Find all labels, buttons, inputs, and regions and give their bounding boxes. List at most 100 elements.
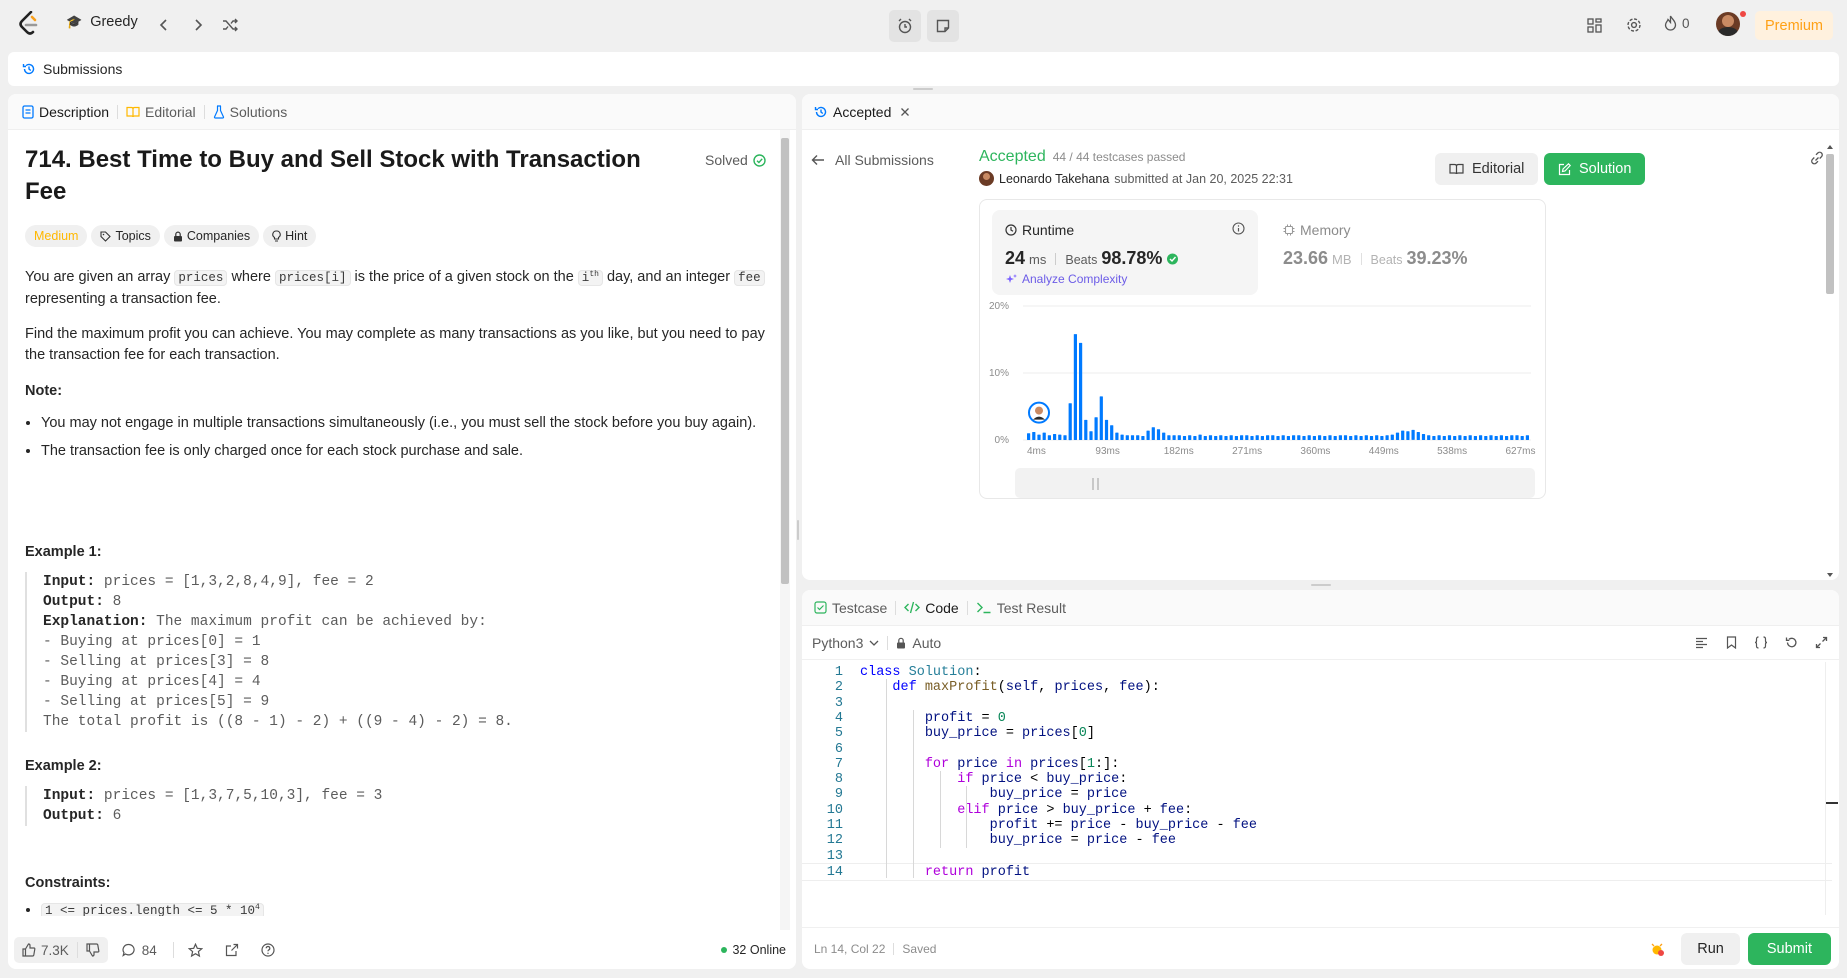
histogram-bar — [1479, 435, 1483, 440]
lightbulb-icon — [272, 230, 281, 242]
histogram-bar — [1224, 436, 1228, 440]
code-editor[interactable]: 1 class Solution: 2 def maxProfit(self, pr… — [802, 662, 1839, 915]
tab-testcase[interactable]: Testcase — [814, 600, 895, 616]
leetcode-logo[interactable] — [18, 11, 40, 37]
timer-button[interactable] — [889, 10, 921, 42]
runtime-distribution-chart[interactable]: 20% 10% 0% 4ms 93ms 182ms 271ms 360ms 449ms 538ms… — [983, 300, 1543, 490]
dislike-button[interactable] — [78, 937, 108, 963]
tab-test-result[interactable]: Test Result — [968, 600, 1074, 616]
notes-button[interactable] — [927, 10, 959, 42]
tab-description[interactable]: Description — [22, 104, 117, 120]
histogram-bar — [1323, 436, 1327, 440]
braces-button[interactable] — [1749, 629, 1773, 657]
histogram-bar — [1343, 435, 1348, 440]
indent-guide — [940, 771, 941, 848]
runtime-header: Runtime — [1005, 222, 1074, 238]
code-line[interactable]: 14 return profit — [802, 862, 1832, 881]
panel-resize-handle[interactable] — [913, 88, 933, 90]
tab-solutions[interactable]: Solutions — [205, 104, 296, 120]
result-scrollbar[interactable] — [1825, 144, 1835, 580]
info-icon[interactable] — [1232, 222, 1245, 235]
description-footer: 7.3K 84 32 Online — [8, 931, 796, 969]
runtime-box[interactable]: Runtime 24 ms Beats 98.78% Analyze Compl… — [992, 210, 1258, 295]
histogram-bar — [1338, 435, 1342, 440]
sparkle-bug-icon — [1651, 943, 1665, 956]
problem-list-link[interactable]: 🎓 Greedy — [66, 14, 138, 30]
chart-range-slider[interactable] — [1015, 468, 1535, 498]
solved-badge: Solved — [705, 152, 766, 168]
reset-code-button[interactable] — [1779, 629, 1803, 657]
constraints-heading: Constraints: — [25, 875, 111, 891]
like-button[interactable]: 7.3K — [14, 937, 77, 963]
run-button[interactable]: Run — [1681, 932, 1740, 965]
fullscreen-button[interactable] — [1809, 629, 1833, 657]
histogram-bar — [1058, 434, 1062, 440]
topics-chip[interactable]: Topics — [91, 225, 160, 247]
line-number: 14 — [826, 864, 843, 880]
bookmark-button[interactable] — [1719, 629, 1743, 657]
back-to-submissions[interactable]: All Submissions — [811, 117, 934, 168]
vertical-resize-handle[interactable] — [797, 520, 799, 540]
histogram-bar — [1447, 435, 1452, 440]
top-navbar: 🎓 Greedy 0 Premium — [0, 0, 1847, 50]
submit-button[interactable]: Submit — [1747, 932, 1831, 965]
histogram-bar — [1354, 435, 1358, 440]
histogram-bar — [1188, 435, 1192, 440]
copy-link-button[interactable] — [1809, 151, 1825, 165]
share-button[interactable] — [218, 936, 246, 964]
comments-button[interactable]: 84 — [121, 943, 157, 958]
solution-button[interactable]: Solution — [1544, 153, 1646, 185]
favorite-button[interactable] — [182, 936, 210, 964]
histogram-bar — [1520, 436, 1524, 440]
random-problem-button[interactable] — [216, 11, 244, 39]
horizontal-resize-handle[interactable] — [1311, 584, 1331, 586]
description-scrollbar[interactable] — [780, 130, 790, 930]
format-button[interactable] — [1689, 629, 1713, 657]
submitter-name[interactable]: Leonardo Takehana — [999, 172, 1109, 186]
histogram-bar — [1458, 435, 1462, 440]
editorial-button[interactable]: Editorial — [1435, 153, 1539, 185]
submissions-bar[interactable]: Submissions — [8, 52, 1839, 86]
hint-chip[interactable]: Hint — [263, 225, 317, 247]
problem-title[interactable]: 714. Best Time to Buy and Sell Stock wit… — [25, 144, 665, 208]
close-icon[interactable] — [900, 107, 910, 117]
next-problem-button[interactable] — [184, 11, 212, 39]
histogram-bar — [1255, 435, 1259, 440]
settings-button[interactable] — [1620, 11, 1648, 39]
auto-mode-toggle[interactable]: Auto — [896, 635, 941, 651]
cursor-position: Ln 14, Col 22 — [814, 941, 886, 956]
memory-box[interactable]: Memory 23.66 MB Beats 39.23% — [1270, 210, 1536, 295]
histogram-bar — [1411, 429, 1415, 440]
premium-button[interactable]: Premium — [1755, 11, 1834, 40]
checkbox-icon — [814, 601, 827, 614]
layout-button[interactable] — [1580, 11, 1608, 39]
document-icon — [22, 104, 34, 119]
all-submissions-link[interactable] — [812, 116, 1822, 136]
histogram-bar — [1484, 436, 1488, 440]
analyze-complexity-button[interactable]: Analyze Complexity — [1005, 272, 1127, 286]
avatar[interactable] — [1716, 11, 1746, 36]
histogram-bar — [1099, 396, 1103, 440]
online-dot — [721, 947, 728, 953]
cloud-sync-button[interactable] — [1643, 935, 1671, 963]
language-select[interactable]: Python3 — [812, 635, 879, 651]
prev-problem-button[interactable] — [150, 11, 178, 39]
companies-chip[interactable]: Companies — [163, 225, 260, 247]
tab-code[interactable]: Code — [896, 600, 966, 616]
align-left-icon — [1695, 637, 1707, 648]
feedback-button[interactable] — [254, 936, 282, 964]
tag-icon — [100, 230, 112, 242]
tab-editorial[interactable]: Editorial — [118, 104, 204, 120]
example-2-block: Input: prices = [1,3,7,5,10,3], fee = 3 … — [25, 786, 725, 826]
histogram-bar — [1515, 435, 1519, 440]
memory-header: Memory — [1283, 222, 1351, 238]
histogram-bar — [1063, 435, 1067, 440]
tab-test-result-label: Test Result — [996, 599, 1066, 616]
result-header: Accepted 44 / 44 testcases passed — [979, 148, 1185, 166]
x-tick-label: 4ms — [1027, 446, 1046, 457]
submitter-avatar[interactable] — [979, 171, 994, 186]
indent-guide — [965, 786, 967, 848]
editor-scrollbar[interactable] — [1825, 662, 1838, 915]
submitter-info: Leonardo Takehana submitted at Jan 20, 2… — [979, 171, 1293, 186]
streak-counter[interactable]: 0 — [1664, 15, 1690, 31]
